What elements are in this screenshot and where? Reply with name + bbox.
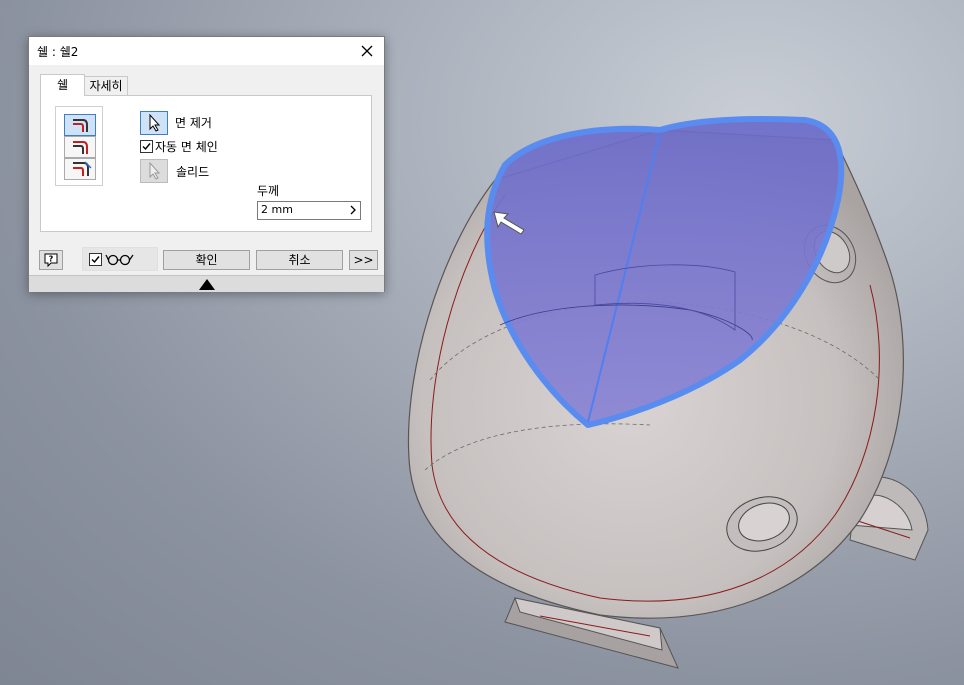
tab-shell[interactable]: 쉘 (40, 74, 85, 96)
help-icon: ? (44, 253, 58, 268)
remove-faces-button[interactable] (140, 111, 168, 135)
tab-detail[interactable]: 자세히 (84, 76, 128, 95)
direction-both-icon (73, 161, 92, 176)
direction-inside-button[interactable] (64, 114, 96, 136)
remove-faces-label: 면 제거 (175, 116, 212, 130)
thickness-input[interactable]: 2 mm (257, 201, 361, 220)
checkmark-icon (91, 256, 100, 264)
direction-outside-button[interactable] (64, 136, 96, 158)
glasses-icon (105, 254, 134, 266)
thickness-arrow-icon[interactable] (346, 202, 360, 219)
cancel-button[interactable]: 취소 (256, 250, 343, 270)
thickness-value: 2 mm (261, 203, 293, 216)
more-button[interactable]: >> (349, 250, 378, 270)
help-button[interactable]: ? (39, 250, 63, 270)
collapse-triangle-icon[interactable] (199, 279, 215, 290)
solid-cursor-icon (149, 161, 161, 180)
cursor-select-icon (149, 113, 161, 132)
direction-inside-icon (73, 119, 88, 132)
auto-face-chain-label: 자동 면 체인 (155, 140, 218, 154)
close-icon (361, 45, 373, 57)
shell-dialog: 쉘 : 쉘2 쉘 자세히 면 제거 자동 면 체인 솔리드 두께 2 mm ? … (28, 36, 385, 292)
solid-select-button[interactable] (140, 159, 168, 183)
ok-button[interactable]: 확인 (163, 250, 250, 270)
direction-both-button[interactable] (64, 158, 96, 180)
dialog-title: 쉘 : 쉘2 (37, 45, 79, 59)
svg-text:?: ? (49, 255, 54, 264)
close-button[interactable] (356, 40, 378, 62)
preview-checkbox[interactable] (89, 253, 102, 266)
direction-group (55, 106, 103, 186)
tab-panel: 면 제거 자동 면 체인 솔리드 두께 2 mm (40, 95, 372, 232)
solid-label: 솔리드 (176, 165, 210, 179)
direction-outside-icon (73, 141, 88, 154)
thickness-label: 두께 (257, 184, 280, 198)
checkmark-icon (142, 143, 151, 151)
auto-face-chain-checkbox[interactable] (140, 140, 153, 153)
dialog-collapse-bar[interactable] (29, 275, 384, 292)
preview-toggle[interactable] (82, 247, 158, 271)
dialog-titlebar[interactable]: 쉘 : 쉘2 (29, 37, 384, 65)
